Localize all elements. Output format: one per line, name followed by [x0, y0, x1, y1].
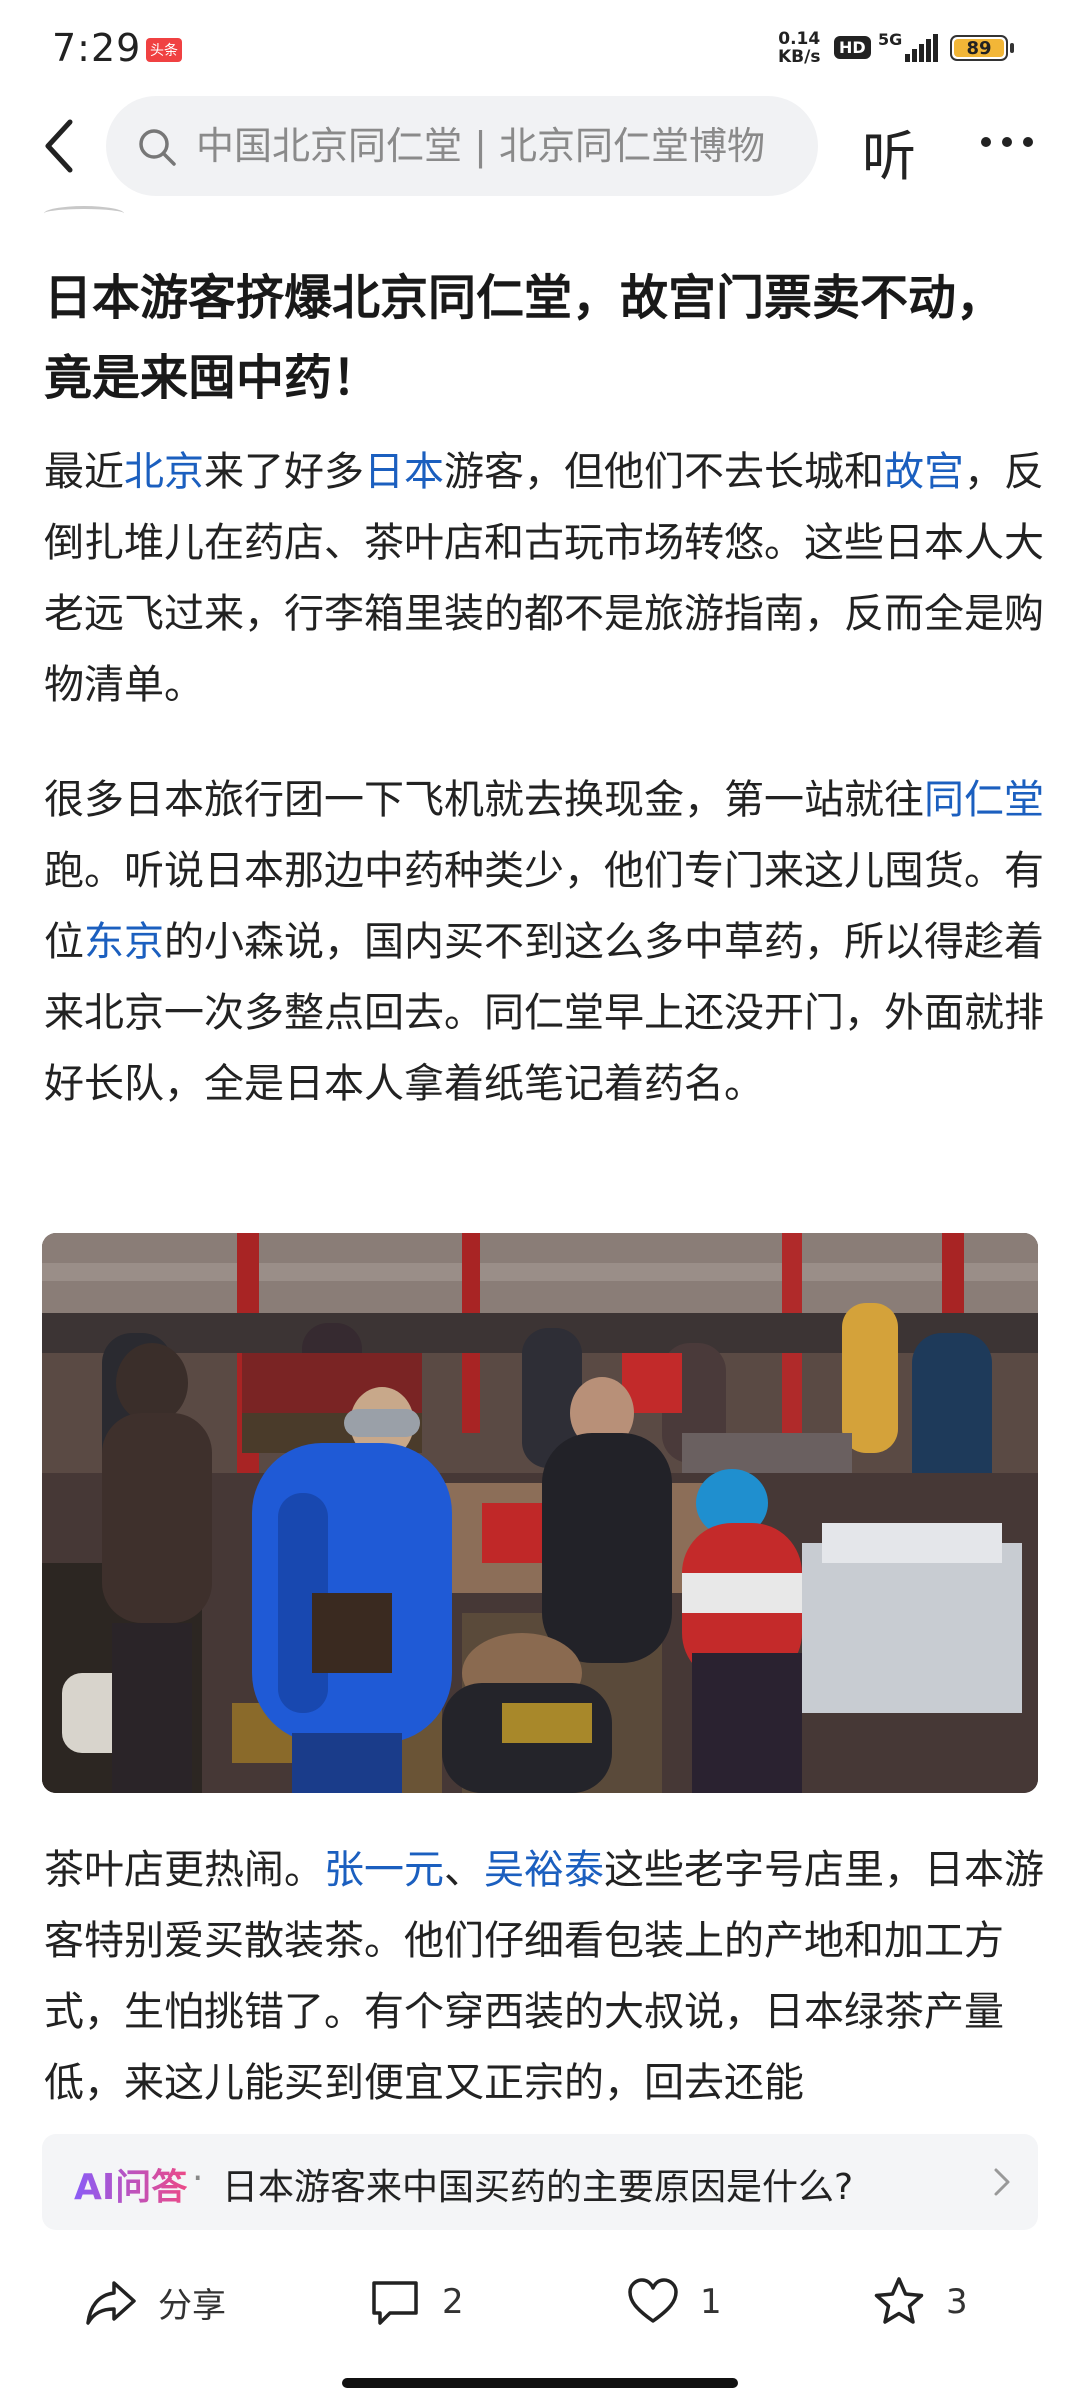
comment-button[interactable]: 2 [368, 2274, 464, 2330]
entity-link-tongrentang[interactable]: 同仁堂 [924, 777, 1044, 823]
network-speed-value: 0.14 [778, 29, 821, 49]
share-label: 分享 [158, 2285, 226, 2326]
ai-suggested-question[interactable]: 日本游客来中国买药的主要原因是什么? [222, 2158, 853, 2210]
heart-icon [628, 2278, 678, 2323]
market-scene-illustration [42, 1233, 1038, 1793]
chevron-right-icon [994, 2168, 1010, 2196]
author-avatar-fragment [44, 206, 124, 221]
ai-question-bar[interactable]: AI问答 · 日本游客来中国买药的主要原因是什么? [42, 2134, 1038, 2230]
article-paragraph-3: 茶叶店更热闹。张一元、吴裕泰这些老字号店里，日本游客特别爱买散装茶。他们仔细看包… [44, 1835, 1044, 2119]
star-icon [874, 2277, 924, 2324]
like-count: 1 [700, 2282, 722, 2322]
paragraph-text: 、 [444, 1847, 484, 1893]
listen-button[interactable]: 听 [862, 112, 916, 191]
search-query-text[interactable]: 中国北京同仁堂 | 北京同仁堂博物 [196, 122, 796, 170]
comment-icon [372, 2281, 418, 2325]
entity-link-beijing[interactable]: 北京 [124, 449, 204, 495]
search-icon [139, 129, 176, 166]
ai-separator: · [192, 2158, 204, 2199]
paragraph-text: 的小森说，国内买不到这么多中草药，所以得趁着来北京一次多整点回去。同仁堂早上还没… [44, 919, 1044, 1107]
share-button[interactable]: 分享 [84, 2274, 226, 2330]
home-indicator[interactable] [342, 2378, 738, 2388]
comment-count: 2 [442, 2282, 464, 2322]
paragraph-text: 最近 [44, 449, 124, 495]
back-arrow-icon[interactable] [40, 116, 80, 176]
signal-icon [905, 34, 938, 62]
article-paragraph-1: 最近北京来了好多日本游客，但他们不去长城和故宫，反倒扎堆儿在药店、茶叶店和古玩市… [44, 437, 1044, 721]
favorite-button[interactable]: 3 [872, 2274, 968, 2330]
network-speed: 0.14 KB/s [778, 30, 820, 66]
entity-link-tokyo[interactable]: 东京 [84, 919, 164, 965]
battery-tip [1010, 43, 1014, 53]
bottom-action-bar: 分享 2 1 3 [0, 2260, 1080, 2340]
battery-percent: 89 [966, 38, 992, 59]
like-button[interactable]: 1 [626, 2274, 722, 2330]
battery-level: 89 [954, 38, 1004, 59]
battery-icon: 89 [950, 35, 1008, 61]
article-title: 日本游客挤爆北京同仁堂，故宫门票卖不动，竟是来囤中药！ [44, 270, 1005, 406]
status-bar: 7:29 头条 0.14 KB/s HD 5G 89 [0, 0, 1080, 92]
network-speed-unit: KB/s [778, 47, 821, 67]
entity-link-zhangyiyuan[interactable]: 张一元 [324, 1847, 444, 1893]
network-type: 5G [878, 30, 903, 49]
hd-icon: HD [834, 36, 871, 59]
paragraph-text: 很多日本旅行团一下飞机就去换现金，第一站就往 [44, 777, 924, 823]
paragraph-text: 来了好多 [204, 449, 364, 495]
article-photo-market-scene[interactable] [42, 1233, 1038, 1793]
paragraph-text: 游客，但他们不去长城和 [444, 449, 884, 495]
more-options-icon[interactable] [978, 122, 1036, 162]
news-app-badge: 头条 [146, 38, 182, 62]
ai-qa-label: AI问答 [74, 2158, 187, 2210]
article-paragraph-2: 很多日本旅行团一下飞机就去换现金，第一站就往同仁堂跑。听说日本那边中药种类少，他… [44, 765, 1044, 1120]
entity-link-japan[interactable]: 日本 [364, 449, 444, 495]
entity-link-wuyutai[interactable]: 吴裕泰 [484, 1847, 604, 1893]
favorite-count: 3 [946, 2282, 968, 2322]
status-time: 7:29 [52, 26, 142, 70]
search-bar[interactable]: 中国北京同仁堂 | 北京同仁堂博物 [106, 96, 818, 196]
share-icon [86, 2281, 136, 2325]
entity-link-forbidden-city[interactable]: 故宫 [884, 449, 964, 495]
paragraph-text: 茶叶店更热闹。 [44, 1847, 324, 1893]
